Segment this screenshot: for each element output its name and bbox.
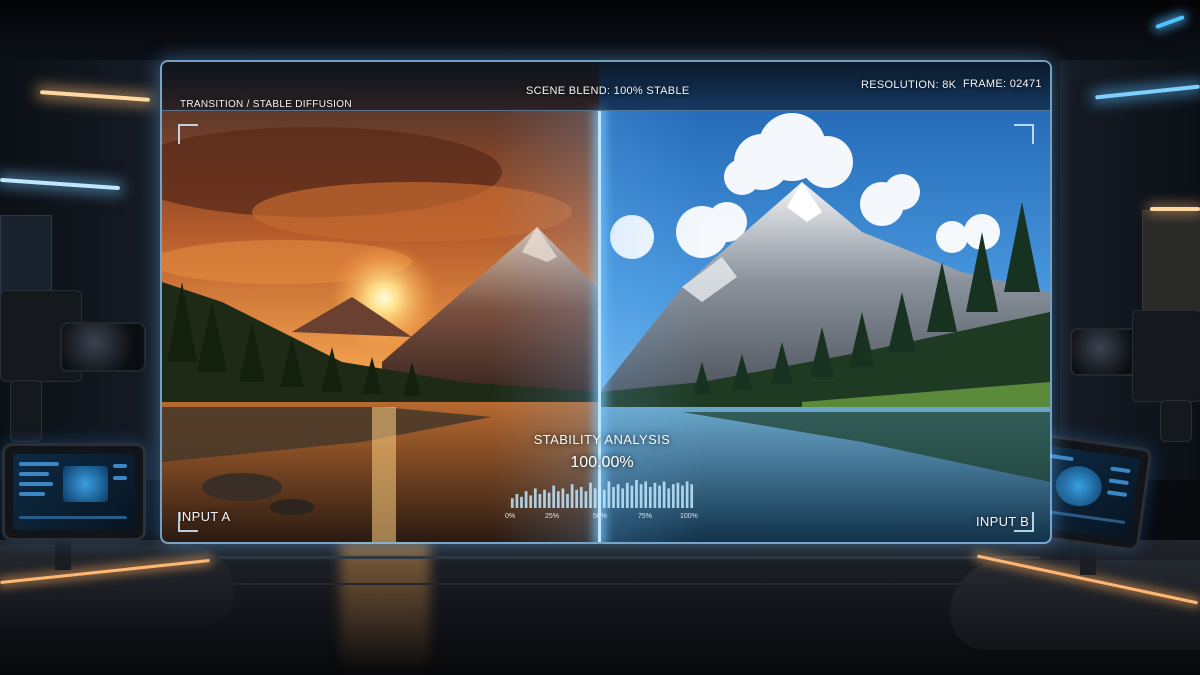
- histogram-bar: [658, 485, 661, 508]
- stability-title: STABILITY ANALYSIS: [533, 432, 671, 447]
- resolution-label: RESOLUTION: 8K: [861, 79, 957, 91]
- floor-reflection: [340, 540, 430, 675]
- histogram-bar: [602, 489, 606, 508]
- histogram-bar: [612, 487, 615, 508]
- input-b-label: INPUT B: [976, 514, 1030, 529]
- histogram-bar: [533, 488, 537, 508]
- scene-blend-label: SCENE BLEND: 100% STABLE: [526, 85, 690, 97]
- histogram-bar: [598, 485, 602, 508]
- histogram-bar: [543, 489, 546, 508]
- tick-label: 75%: [638, 513, 653, 520]
- frame-counter: FRAME: 02471: [963, 78, 1042, 90]
- histogram-bar: [552, 485, 556, 508]
- histogram-bar: [529, 495, 533, 508]
- floor-track: [160, 556, 1040, 559]
- histogram-bar: [625, 482, 629, 508]
- histogram-bar: [510, 498, 514, 508]
- right-desk: [950, 560, 1200, 650]
- histogram-bar: [644, 481, 648, 508]
- frame-corner-top-right: [1014, 124, 1034, 144]
- histogram-bar: [635, 480, 638, 508]
- histogram-bar: [616, 484, 620, 508]
- histogram-bar: [547, 492, 551, 508]
- histogram-bar: [589, 482, 592, 508]
- histogram-bar: [676, 482, 680, 508]
- histogram-bar: [667, 488, 671, 508]
- histogram-bar: [561, 488, 565, 508]
- histogram-bar: [681, 485, 684, 508]
- histogram-bar: [575, 489, 579, 508]
- histogram-bar: [621, 488, 625, 508]
- left-desk: [0, 545, 235, 625]
- tick-label: 100%: [680, 513, 698, 520]
- histogram-bar: [524, 491, 528, 508]
- histogram-bar: [520, 496, 523, 508]
- frame-corner-top-left: [178, 124, 198, 144]
- histogram-bar: [593, 488, 597, 508]
- histogram-bar: [648, 487, 652, 508]
- histogram-bar: [515, 494, 519, 508]
- histogram-bar: [685, 481, 689, 508]
- tick-label: 0%: [505, 513, 516, 520]
- histogram-bar: [566, 494, 569, 508]
- histogram-bar: [538, 494, 542, 508]
- monitor-left: [2, 443, 146, 541]
- histogram-bar: [662, 481, 666, 508]
- camera-left: [0, 270, 146, 442]
- tick-label: 50%: [593, 513, 608, 520]
- histogram-bar: [671, 484, 675, 508]
- stability-histogram: [510, 480, 694, 508]
- stability-value: 100.00%: [570, 454, 634, 471]
- wall-light-right: [1150, 207, 1200, 211]
- histogram-bar: [630, 485, 634, 508]
- monitor-left-screen: [13, 454, 135, 530]
- stability-analysis-panel: STABILITY ANALYSIS 100.00% 0% 25% 50% 75…: [502, 432, 702, 532]
- histogram-bar: [639, 484, 643, 508]
- input-a-label: INPUT A: [178, 509, 231, 524]
- histogram-bar: [607, 481, 611, 508]
- histogram-bar: [584, 491, 588, 508]
- histogram-bar: [570, 484, 574, 508]
- histogram-bar: [579, 487, 583, 508]
- tick-label: 25%: [545, 513, 560, 520]
- holographic-display: TRANSITION / STABLE DIFFUSION SCENE BLEN…: [160, 60, 1052, 544]
- histogram-bar: [653, 482, 657, 508]
- histogram-bar: [690, 484, 694, 508]
- studio-background: TRANSITION / STABLE DIFFUSION SCENE BLEN…: [0, 0, 1200, 675]
- transition-label: TRANSITION / STABLE DIFFUSION: [180, 99, 352, 110]
- histogram-bar: [556, 491, 560, 508]
- floor-track-2: [220, 583, 980, 585]
- camera-right: [1070, 290, 1200, 442]
